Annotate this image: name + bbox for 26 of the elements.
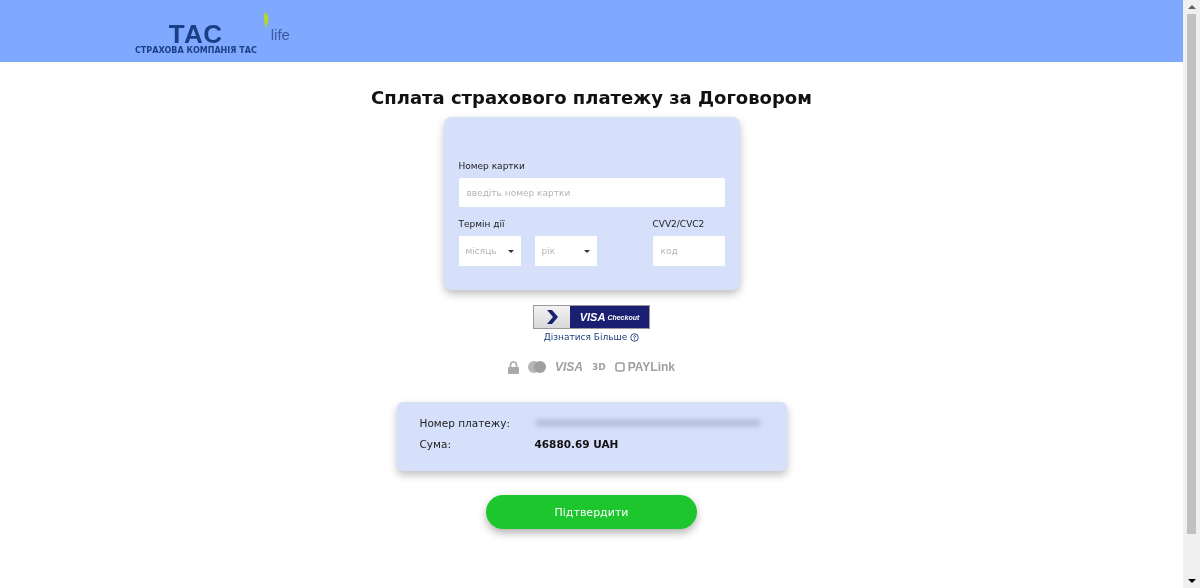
help-icon — [630, 332, 640, 342]
field-label: Термін дії — [458, 219, 506, 229]
year-dropdown[interactable]: рік — [534, 236, 597, 266]
confirm-button[interactable]: Підтвердити — [486, 495, 697, 529]
visa-text: VISA — [554, 360, 583, 374]
mastercard-icon — [527, 361, 546, 373]
payment-amount: 46880.69 UAH — [534, 438, 619, 450]
learn-more-link[interactable]: Дізнатися Більше — [543, 332, 640, 342]
lock-icon — [507, 360, 519, 374]
month-dropdown[interactable]: місяць — [458, 236, 521, 266]
card-number-field[interactable]: введіть номер картки — [458, 178, 725, 207]
field-label: Номер картки — [458, 161, 526, 171]
paylink-logo: PAYLink — [614, 360, 676, 374]
leaf-icon — [262, 11, 271, 28]
payment-label: Номер платежу: — [419, 417, 511, 429]
field-label: CVV2/CVC2 — [652, 219, 706, 229]
chevron-icon — [545, 310, 559, 324]
cvv-field[interactable]: код — [652, 236, 725, 266]
3d-secure-text: 3D — [591, 362, 606, 372]
logo-tagline: СТРАХОВА КОМПАНІЯ ТАС — [135, 45, 257, 55]
logo-text: ТАС — [168, 21, 223, 46]
paylink-icon — [614, 362, 625, 372]
page-title: Сплата страхового платежу за Договором — [371, 87, 812, 108]
scrollbar[interactable] — [1183, 0, 1200, 588]
logo-suffix: life — [270, 25, 290, 43]
payment-label: Сума: — [419, 438, 452, 450]
